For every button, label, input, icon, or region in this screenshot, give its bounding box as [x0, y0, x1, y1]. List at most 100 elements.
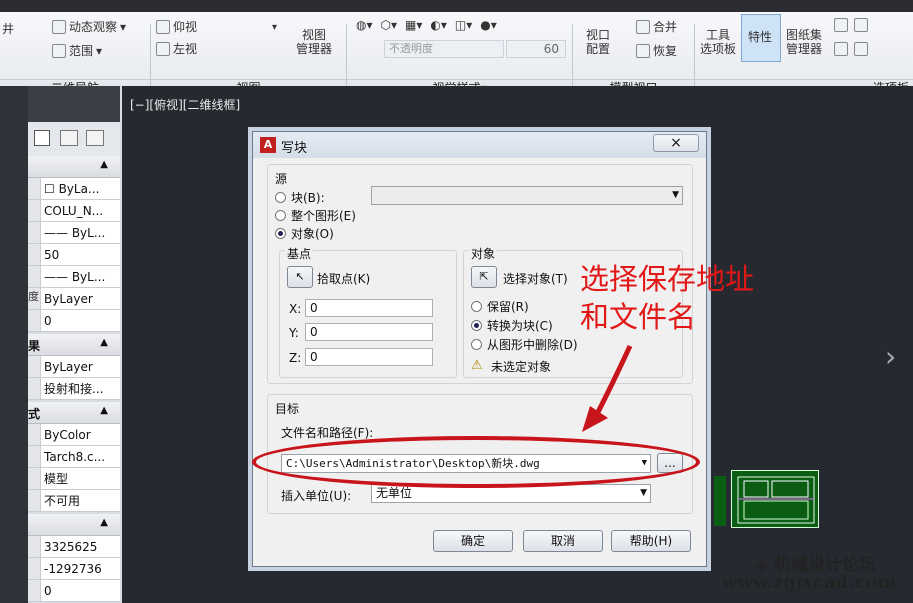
radio-delete[interactable] [471, 339, 482, 350]
property-row[interactable]: 3325625 [28, 536, 120, 558]
property-row[interactable]: 度 ByLayer [28, 288, 120, 310]
palette-icons[interactable] [834, 18, 868, 32]
viewport-label[interactable]: [−][俯视][二维线框] [130, 96, 240, 113]
property-row[interactable]: Tarch8.c... [28, 446, 120, 468]
opacity-field[interactable]: 不透明度 [384, 40, 504, 58]
drawing-thumbnail [731, 470, 819, 528]
section-header[interactable]: 果 ▲ [28, 334, 120, 356]
property-row[interactable]: —— ByL... [28, 266, 120, 288]
highlight-ellipse [252, 436, 700, 488]
property-row[interactable]: COLU_N... [28, 200, 120, 222]
y-label: Y: [289, 326, 299, 340]
chevron-down-icon: ▼ [640, 488, 647, 498]
window-icon [854, 18, 868, 32]
panel-dark-edge [0, 86, 28, 603]
x-label: X: [289, 302, 302, 316]
source-label: 源 [275, 172, 288, 186]
view-manager-button[interactable]: 视图 管理器 [296, 28, 332, 56]
restore-icon [636, 43, 650, 58]
toggle-pickadd-icon[interactable] [34, 130, 50, 146]
insert-units-label: 插入单位(U): [281, 489, 352, 503]
title-strip [0, 0, 913, 12]
pick-point-button[interactable]: ↖ [287, 266, 313, 288]
radio-convert[interactable] [471, 320, 482, 331]
range-button[interactable]: 范围 ▾ [52, 42, 102, 59]
cube-icon: ⬡▾ [380, 18, 398, 32]
dialog-title: 写块 [281, 141, 308, 156]
radio-block-label[interactable]: 块(B): [291, 189, 325, 206]
radio-convert-label[interactable]: 转换为块(C) [487, 317, 553, 334]
property-row[interactable]: 0 [28, 580, 120, 602]
radio-whole-drawing[interactable] [275, 210, 286, 221]
property-row[interactable]: 模型 [28, 468, 120, 490]
property-row[interactable]: 50 [28, 244, 120, 266]
ribbon-nav-item[interactable]: 井 [2, 20, 14, 37]
property-row[interactable]: 0 [28, 310, 120, 332]
z-input[interactable]: 0 [305, 348, 433, 366]
view-top-button[interactable]: 仰视 [156, 18, 197, 35]
autocad-logo-icon: A [260, 137, 276, 153]
panel-toolbar-row [28, 122, 120, 156]
target-label: 目标 [275, 402, 300, 416]
property-row[interactable]: ByColor [28, 424, 120, 446]
dialog-titlebar[interactable]: A 写块 × [253, 132, 706, 158]
palette-icons-row2[interactable] [834, 42, 868, 56]
drawing-fragment [714, 476, 726, 526]
property-row[interactable]: ☐ ByLa... [28, 178, 120, 200]
cube-view-icon [156, 19, 170, 34]
cancel-button[interactable]: 取消 [523, 530, 603, 552]
radio-retain[interactable] [471, 301, 482, 312]
restore-button[interactable]: 恢复 [636, 42, 677, 59]
radio-objects[interactable] [275, 228, 286, 239]
property-row[interactable]: 投射和接... [28, 378, 120, 400]
ribbon: 井 动态观察 ▾ 范围 ▾ 仰视 左视 ▾ 视图 管理器 ◍▾ ⬡▾ ▦▾ ◐▾ ◫▾ ●▾ 不… [0, 12, 913, 95]
chevron-right-icon[interactable]: › [885, 340, 896, 373]
radio-block[interactable] [275, 192, 286, 203]
property-row[interactable]: ByLayer [28, 356, 120, 378]
radio-retain-label[interactable]: 保留(R) [487, 298, 529, 315]
select-objects-button[interactable]: ⇱ [471, 266, 497, 288]
chevron-down-icon: ▼ [672, 190, 679, 200]
watermark-url: www.zgjxcad.com [722, 572, 897, 593]
user-icon [854, 42, 868, 56]
grid-icon: ▦▾ [405, 18, 423, 32]
block-name-combo[interactable]: ▼ [371, 186, 683, 205]
opacity-value[interactable]: 60 [506, 40, 566, 58]
merge-button[interactable]: 合并 [636, 18, 677, 35]
viewport-config-button[interactable]: 视口 配置 [586, 28, 610, 56]
view-dropdown-arrow[interactable]: ▾ [272, 22, 277, 33]
panel-toolbar [28, 86, 120, 144]
objects-label: 对象 [469, 245, 498, 262]
property-row[interactable]: 不可用 [28, 490, 120, 512]
tools-palette-button[interactable]: 工具 选项板 [700, 28, 736, 56]
dynamic-observe-button[interactable]: 动态观察 ▾ [52, 18, 126, 35]
light-icon: ◐▾ [430, 18, 447, 32]
radio-objects-label[interactable]: 对象(O) [291, 225, 334, 242]
merge-icon [636, 19, 650, 34]
select-objects-icon[interactable] [60, 130, 78, 146]
sheetset-manager-button[interactable]: 图纸集 管理器 [786, 28, 822, 56]
view-left-button[interactable]: 左视 [156, 40, 197, 57]
quick-select-icon[interactable] [86, 130, 104, 146]
section-header[interactable]: 式 ▲ [28, 402, 120, 424]
properties-button[interactable]: 特性 [748, 28, 772, 45]
ok-button[interactable]: 确定 [433, 530, 513, 552]
pick-point-label: 拾取点(K) [317, 272, 371, 286]
annotation-arrow [582, 344, 633, 432]
visual-style-tools[interactable]: ◍▾ ⬡▾ ▦▾ ◐▾ ◫▾ ●▾ [356, 18, 497, 32]
no-selection-text: 未选定对象 [491, 360, 552, 374]
x-input[interactable]: 0 [305, 299, 433, 317]
property-row[interactable]: -1292736 [28, 558, 120, 580]
radio-whole-drawing-label[interactable]: 整个图形(E) [291, 207, 356, 224]
section-header[interactable]: ▲ [28, 514, 120, 536]
z-label: Z: [289, 351, 302, 365]
annotation-text: 选择保存地址 和文件名 [580, 262, 755, 334]
cursor-pick-icon: ↖ [295, 270, 305, 283]
property-row[interactable]: —— ByL... [28, 222, 120, 244]
y-input[interactable]: 0 [305, 323, 433, 341]
warning-icon: ⚠ [471, 358, 483, 373]
close-button[interactable]: × [653, 134, 699, 152]
filename-label: 文件名和路径(F): [281, 426, 374, 440]
help-button[interactable]: 帮助(H) [611, 530, 691, 552]
section-header[interactable]: ▲ [28, 156, 120, 178]
